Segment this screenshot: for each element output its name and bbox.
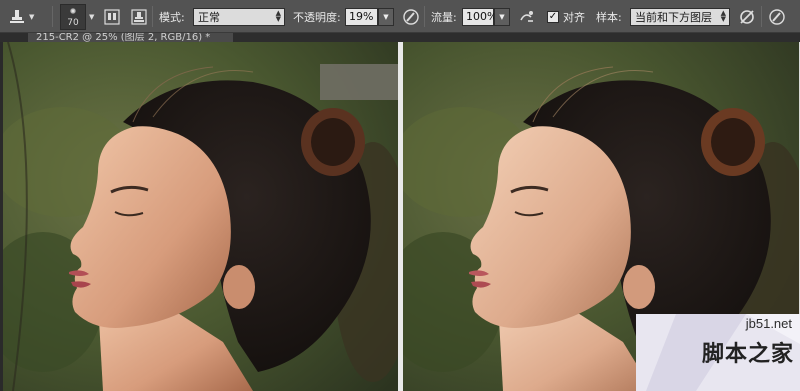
brush-panel-icon — [103, 8, 121, 26]
document-tab-title: 215-CR2 @ 25% (图层 2, RGB/16) * — [36, 33, 211, 42]
updown-arrows-icon: ▲ ▼ — [720, 8, 726, 23]
pressure-opacity-button[interactable] — [402, 0, 420, 33]
document-tab[interactable]: 215-CR2 @ 25% (图层 2, RGB/16) * — [28, 33, 233, 42]
clone-source-icon — [130, 8, 148, 26]
ignore-adjustment-layers-icon — [738, 8, 756, 26]
chevron-down-icon: ▼ — [29, 12, 35, 21]
options-bar: ▼ 70 ▼ 模式: 正常 ▲ ▼ 不透明度: 19% ▼ 流量: 100% ▼… — [0, 0, 800, 33]
document-tab-strip: 215-CR2 @ 25% (图层 2, RGB/16) * — [0, 33, 800, 42]
airbrush-icon — [518, 8, 536, 26]
flow-input[interactable]: 100% — [462, 7, 497, 26]
airbrush-button[interactable] — [518, 0, 536, 33]
brush-preset-picker[interactable]: 70 ▼ — [60, 0, 94, 33]
clone-stamp-icon — [10, 9, 24, 23]
aligned-checkbox[interactable]: ✓ — [547, 10, 559, 23]
opacity-label: 不透明度: — [293, 10, 341, 24]
sample-label: 样本: — [596, 10, 622, 24]
chevron-down-icon: ▼ — [89, 12, 95, 21]
aligned-label: 对齐 — [563, 10, 585, 24]
pressure-opacity-icon — [402, 8, 420, 26]
brush-preview: 70 — [60, 3, 86, 30]
brush-size-value: 70 — [67, 17, 79, 28]
updown-arrows-icon: ▲ ▼ — [275, 8, 281, 23]
watermark-site: jb51.net — [745, 316, 792, 331]
sample-select[interactable]: 当前和下方图层 ▲ ▼ — [630, 7, 730, 26]
ignore-adjustment-layers-button[interactable] — [738, 0, 756, 33]
opacity-slider-toggle[interactable]: ▼ — [378, 7, 394, 26]
tool-preset-picker[interactable]: ▼ — [8, 0, 34, 33]
sample-value: 当前和下方图层 — [635, 10, 712, 24]
toggle-brush-panel-button[interactable] — [103, 0, 121, 33]
watermark: jb51.net 脚本之家 — [636, 314, 800, 391]
separator — [152, 6, 153, 27]
mode-value: 正常 — [198, 10, 220, 24]
pressure-size-button[interactable] — [768, 0, 786, 33]
opacity-input[interactable]: 19% — [345, 7, 378, 26]
separator — [761, 6, 762, 27]
pressure-size-icon — [768, 8, 786, 26]
aligned-toggle[interactable]: ✓ 对齐 — [547, 0, 585, 33]
watermark-name: 脚本之家 — [701, 342, 794, 367]
separator — [424, 6, 425, 27]
mode-select[interactable]: 正常 ▲ ▼ — [193, 7, 285, 26]
toggle-clone-source-button[interactable] — [130, 0, 148, 33]
mode-label: 模式: — [159, 10, 185, 24]
flow-slider-toggle[interactable]: ▼ — [494, 7, 510, 26]
flow-label: 流量: — [431, 10, 457, 24]
canvas-area[interactable]: jb51.net 脚本之家 — [0, 42, 800, 391]
separator — [52, 6, 53, 27]
